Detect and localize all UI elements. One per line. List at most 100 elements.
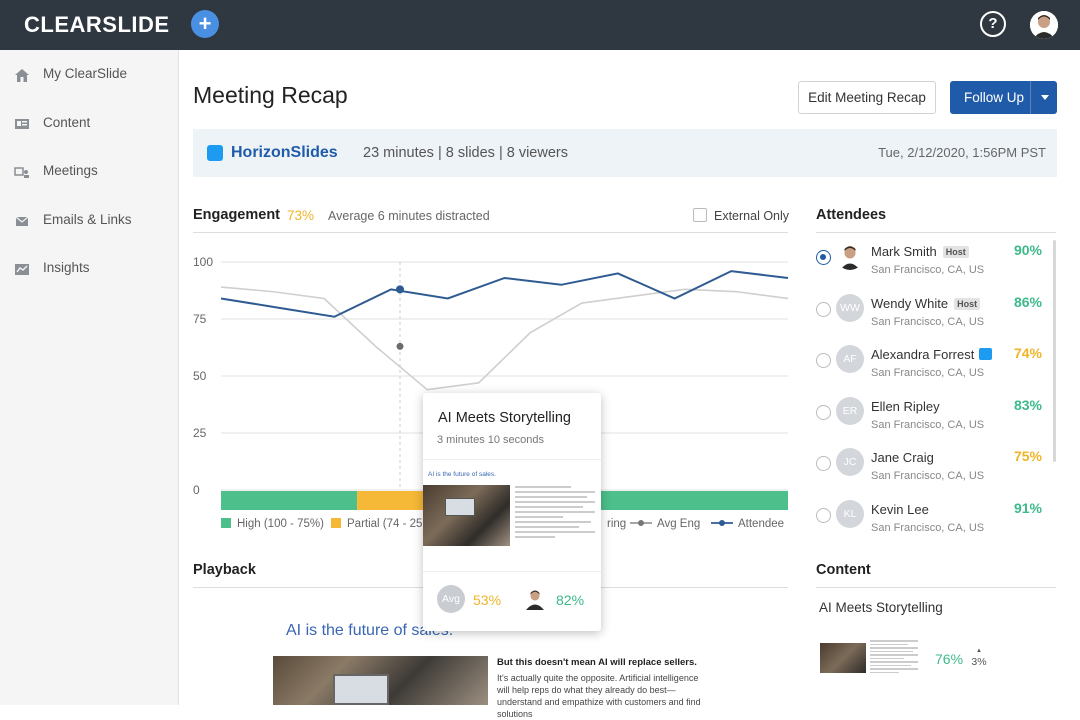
avatar-photo-icon [840, 246, 860, 270]
attendee-location: San Francisco, CA, US [871, 470, 985, 482]
y-tick-label: 0 [193, 483, 200, 497]
legend-high-label: High (100 - 75%) [237, 518, 324, 530]
attendee-avatar [526, 590, 544, 610]
sidebar-item-insights[interactable]: Insights [0, 249, 179, 289]
add-button[interactable]: + [191, 10, 219, 38]
divider [423, 571, 601, 572]
sidebar: My ClearSlide Content Meetings Emails & … [0, 50, 179, 705]
chat-bubble-icon [979, 348, 993, 360]
attendee-location: San Francisco, CA, US [871, 418, 985, 431]
legend-avg-eng-label: Avg Eng [657, 518, 701, 530]
attendee-avatar: JC [836, 448, 864, 476]
meetings-icon [14, 167, 29, 178]
y-tick-label: 50 [193, 369, 207, 383]
legend-avg-eng: Avg Eng [630, 518, 700, 530]
content-item-delta-value: 3% [971, 656, 987, 668]
attendee-name: Mark Smith [871, 244, 937, 259]
attendee-name: Alexandra Forrest [871, 347, 975, 362]
external-only-checkbox[interactable] [693, 208, 707, 222]
content-item-delta: ▲ 3% [970, 646, 988, 668]
attendee-radio[interactable] [816, 507, 831, 523]
attendee-avatar: ER [836, 396, 864, 425]
sidebar-item-content[interactable]: Content [0, 104, 179, 144]
laptop-image [445, 498, 475, 516]
content-item-name[interactable]: AI Meets Storytelling [819, 600, 943, 615]
attendee-row[interactable]: ER Ellen Ripley San Francisco, CA, US 83% [816, 396, 1046, 441]
divider [816, 232, 1056, 233]
attendee-name-line: Ellen Ripley [871, 399, 940, 414]
attendee-radio[interactable] [816, 404, 831, 420]
external-only-label: External Only [714, 209, 790, 223]
content-title: Content [816, 562, 871, 578]
legend-avg-eng-marker [630, 520, 652, 526]
playback-title: Playback [193, 562, 256, 578]
legend-swatch-partial [331, 518, 341, 528]
attendee-radio[interactable] [816, 301, 831, 317]
content-item-thumbnail[interactable] [818, 628, 922, 688]
attendee-avatar: AF [836, 345, 864, 373]
meeting-name[interactable]: HorizonSlides [231, 144, 338, 162]
attendee-name: Jane Craig [871, 450, 934, 465]
y-tick-label: 75 [193, 312, 207, 326]
chevron-down-icon[interactable] [1041, 95, 1049, 100]
attendee-name: Kevin Lee [871, 501, 929, 517]
legend-partial-label: Partial (74 - 25 [347, 518, 423, 530]
slide-tooltip-card: AI Meets Storytelling 3 minutes 10 secon… [423, 393, 601, 631]
legend-attendee-label: Attendee [738, 518, 785, 530]
avg-eng-point [396, 342, 404, 350]
tooltip-attendee-percentage: 82% [556, 592, 585, 608]
edit-meeting-recap-button[interactable]: Edit Meeting Recap [798, 81, 936, 114]
content-item-percentage: 76% [935, 651, 964, 667]
sidebar-item-my-clearslide[interactable]: My ClearSlide [0, 55, 179, 95]
attendee-radio[interactable] [816, 250, 831, 265]
attendee-row[interactable]: AF Alexandra Forrest San Francisco, CA, US… [816, 345, 1046, 389]
slide-bold-text: But this doesn't mean AI will replace se… [497, 657, 697, 668]
attendee-name-line: Wendy White Host [871, 295, 981, 311]
attendee-radio[interactable] [816, 456, 831, 471]
attendee-name-line: Jane Craig [871, 450, 934, 465]
attendee-row[interactable]: KL Kevin Lee San Francisco, CA, US 91% [816, 499, 1046, 544]
engagement-band-high [221, 491, 358, 510]
sidebar-item-label: Content [43, 115, 91, 130]
attendee-row[interactable]: JC Jane Craig San Francisco, CA, US 75% [816, 448, 1046, 492]
attendee-name-line: Kevin Lee [871, 502, 929, 517]
divider [816, 587, 1056, 588]
insights-icon [15, 264, 29, 275]
attendee-location: San Francisco, CA, US [871, 315, 985, 328]
legend-partial: Partial (74 - 25 [331, 518, 422, 530]
tooltip-thumb-image [423, 485, 510, 546]
host-badge: Host [942, 246, 969, 258]
tooltip-duration: 3 minutes 10 seconds [437, 434, 545, 446]
sidebar-item-label: Insights [43, 260, 90, 275]
attendee-percentage: 91% [1013, 499, 1042, 516]
legend-distracted-fragment: ring [607, 518, 627, 530]
attendee-scrollbar[interactable] [1053, 240, 1056, 462]
sidebar-item-meetings[interactable]: Meetings [0, 152, 179, 192]
attendee-row[interactable]: Mark Smith Host San Francisco, CA, US 90% [816, 242, 1046, 286]
button-separator [1030, 81, 1031, 114]
tooltip-thumb-text [515, 486, 595, 541]
engagement-percentage: 73% [287, 208, 315, 223]
chat-bubble-icon [207, 145, 223, 161]
help-button[interactable]: ? [980, 11, 1006, 37]
attendee-radio[interactable] [816, 353, 831, 368]
host-badge: Host [954, 297, 981, 310]
y-tick-label: 25 [193, 426, 207, 440]
sidebar-item-label: My ClearSlide [43, 66, 128, 81]
home-icon [15, 69, 29, 82]
meeting-date: Tue, 2/12/2020, 1:56PM PST [878, 145, 1046, 160]
follow-up-button[interactable]: Follow Up [950, 81, 1057, 114]
sidebar-item-label: Emails & Links [43, 212, 132, 227]
attendee-avatar: KL [836, 499, 864, 528]
attendee-row[interactable]: WW Wendy White Host San Francisco, CA, US 86… [816, 293, 1046, 338]
user-avatar[interactable] [1030, 11, 1058, 39]
tooltip-title: AI Meets Storytelling [438, 410, 571, 426]
slide-image [273, 656, 488, 705]
clearslide-logo[interactable]: CLEARSLIDE [24, 12, 170, 38]
thumb-text [870, 640, 918, 675]
attendee-name: Ellen Ripley [871, 398, 940, 414]
user-avatar-icon [1030, 11, 1058, 39]
sidebar-item-emails-links[interactable]: Emails & Links [0, 201, 179, 241]
attendee-percentage: 86% [1013, 293, 1042, 310]
attendee-name: Wendy White [871, 295, 949, 311]
